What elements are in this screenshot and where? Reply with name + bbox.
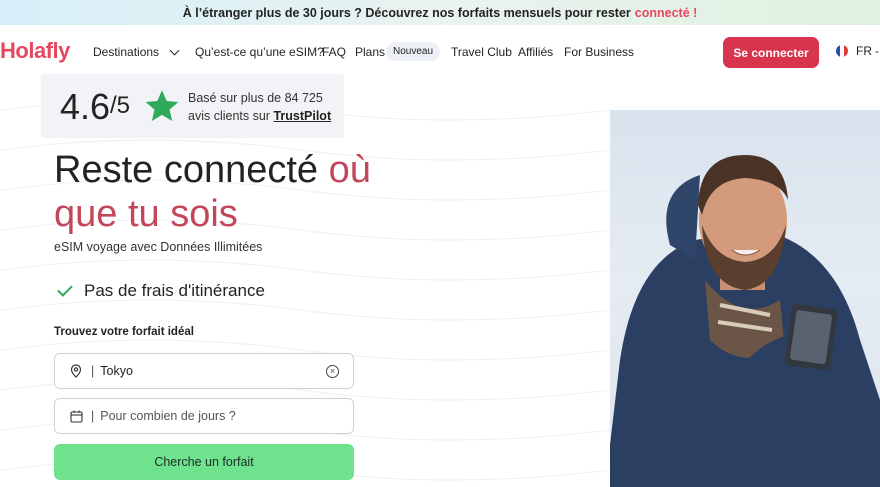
login-button[interactable]: Se connecter (723, 37, 819, 68)
nav-item-label: Destinations (93, 45, 160, 59)
rating-source-prefix: avis clients sur (188, 109, 270, 123)
calendar-icon (69, 409, 83, 423)
new-badge: Nouveau (386, 42, 441, 61)
trustpilot-rating-card: 4.6 /5 Basé sur plus de 84 725 avis clie… (41, 74, 344, 138)
location-pin-icon (69, 364, 83, 378)
language-label: FR (856, 44, 872, 58)
hero-subtitle: eSIM voyage avec Données Illimitées (54, 240, 263, 254)
traveler-illustration (610, 155, 880, 487)
traveler-photo (610, 110, 880, 487)
top-navigation: Holafly Destinations Qu’est-ce qu’une eS… (0, 25, 880, 80)
nav-item-plans[interactable]: Plans (355, 45, 385, 59)
hero-title-part-2: où (328, 149, 371, 191)
rating-review-count: Basé sur plus de 84 725 (188, 91, 323, 105)
rating-score: 4.6 (60, 86, 111, 127)
nav-item-destinations[interactable]: Destinations (93, 45, 180, 59)
nav-item-what-is-esim[interactable]: Qu’est-ce qu’une eSIM? (195, 45, 324, 59)
nav-item-affiliates[interactable]: Affiliés (518, 45, 553, 59)
search-plan-button[interactable]: Cherche un forfait (54, 444, 354, 480)
france-flag-icon (836, 45, 848, 57)
feature-label: Pas de frais d'itinérance (84, 281, 265, 300)
language-selector[interactable]: FR - (836, 44, 879, 58)
promo-banner-link[interactable]: connecté ! (635, 6, 698, 20)
destination-input[interactable]: | Tokyo × (54, 353, 354, 389)
feature-no-roaming: Pas de frais d'itinérance (57, 281, 265, 301)
plan-finder-label: Trouvez votre forfait idéal (54, 326, 194, 338)
promo-banner-text: À l’étranger plus de 30 jours ? Découvre… (182, 5, 631, 20)
nav-item-for-business[interactable]: For Business (564, 45, 634, 59)
destination-value: Tokyo (100, 364, 133, 378)
star-icon (145, 90, 179, 121)
nav-item-travel-club[interactable]: Travel Club (451, 45, 512, 59)
days-input[interactable]: | Pour combien de jours ? (54, 398, 354, 434)
checkmark-icon (57, 281, 73, 297)
chevron-down-icon (169, 45, 180, 55)
rating-source-line: avis clients sur TrustPilot (188, 109, 331, 123)
holafly-logo[interactable]: Holafly (0, 38, 70, 64)
hero-title-part-3: que tu sois (54, 193, 238, 235)
nav-item-faq[interactable]: FAQ (322, 45, 346, 59)
clear-input-icon[interactable]: × (326, 365, 339, 378)
rating-max: /5 (110, 92, 131, 119)
promo-banner[interactable]: À l’étranger plus de 30 jours ? Découvre… (0, 0, 880, 25)
days-placeholder: Pour combien de jours ? (100, 409, 236, 423)
hero-title-part-1: Reste connecté (54, 149, 319, 191)
hero-title: Reste connecté où que tu sois (54, 148, 434, 236)
trustpilot-link[interactable]: TrustPilot (273, 109, 331, 123)
